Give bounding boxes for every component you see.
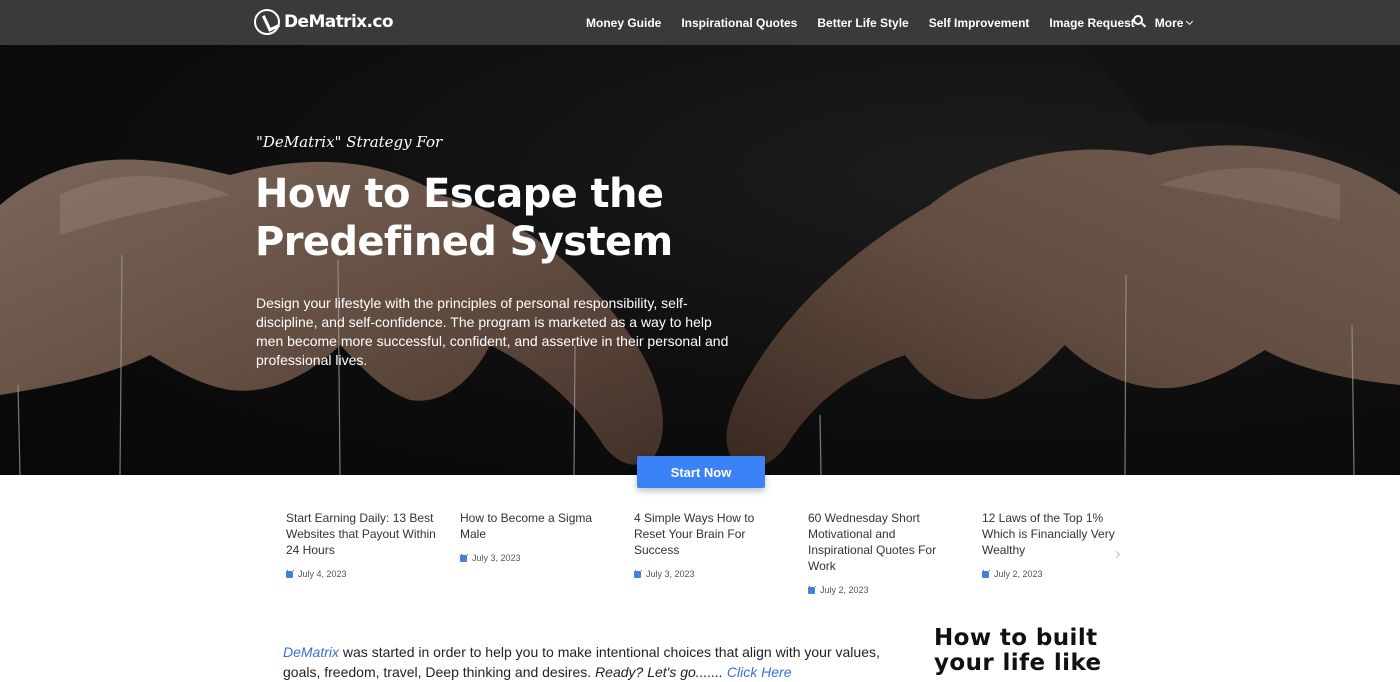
- search-icon[interactable]: [1133, 15, 1147, 28]
- post-title[interactable]: How to Become a Sigma Male: [460, 510, 612, 542]
- nav-self-improvement[interactable]: Self Improvement: [929, 16, 1030, 30]
- nav-more-label: More: [1154, 15, 1184, 30]
- calendar-icon: [286, 569, 294, 578]
- post-date-text: July 2, 2023: [820, 585, 869, 595]
- post-card[interactable]: 60 Wednesday Short Motivational and Insp…: [808, 510, 960, 595]
- post-title[interactable]: 60 Wednesday Short Motivational and Insp…: [808, 510, 960, 574]
- post-date-text: July 2, 2023: [994, 569, 1043, 579]
- post-title[interactable]: 4 Simple Ways How to Reset Your Brain Fo…: [634, 510, 786, 558]
- recent-posts-carousel: Start Earning Daily: 13 Best Websites th…: [286, 510, 1136, 610]
- intro-ready-text: Ready? Let's go.......: [595, 664, 727, 680]
- hero-description: Design your lifestyle with the principle…: [256, 295, 729, 368]
- post-date: July 3, 2023: [634, 569, 786, 579]
- nav-better-life-style[interactable]: Better Life Style: [817, 16, 908, 30]
- main-nav: Money Guide Inspirational Quotes Better …: [586, 0, 1212, 45]
- chevron-down-icon: [1186, 17, 1194, 25]
- top-navbar: DeMatrix.co Money Guide Inspirational Qu…: [0, 0, 1400, 45]
- hero-title: How to Escape the Predefined System: [255, 171, 673, 265]
- intro-paragraph: DeMatrix was started in order to help yo…: [283, 642, 893, 682]
- nav-inspirational-quotes[interactable]: Inspirational Quotes: [681, 16, 797, 30]
- nav-more-menu[interactable]: More: [1154, 15, 1194, 30]
- post-card[interactable]: How to Become a Sigma Male July 3, 2023: [460, 510, 612, 563]
- post-date-text: July 3, 2023: [646, 569, 695, 579]
- start-now-button[interactable]: Start Now: [637, 456, 765, 488]
- hero-banner: "DeMatrix" Strategy For How to Escape th…: [0, 45, 1400, 475]
- dematrix-link[interactable]: DeMatrix: [283, 644, 339, 660]
- post-card[interactable]: Start Earning Daily: 13 Best Websites th…: [286, 510, 438, 579]
- post-date: July 2, 2023: [808, 585, 960, 595]
- post-title[interactable]: Start Earning Daily: 13 Best Websites th…: [286, 510, 438, 558]
- post-title[interactable]: 12 Laws of the Top 1% Which is Financial…: [982, 510, 1134, 558]
- calendar-icon: [460, 553, 468, 562]
- nav-image-request[interactable]: Image Request: [1049, 16, 1134, 30]
- hero-eyebrow: "DeMatrix" Strategy For: [256, 133, 443, 151]
- logo-text: DeMatrix.co: [284, 12, 394, 32]
- site-logo[interactable]: DeMatrix.co: [254, 8, 394, 36]
- calendar-icon: [808, 585, 816, 594]
- post-card[interactable]: 4 Simple Ways How to Reset Your Brain Fo…: [634, 510, 786, 579]
- nav-money-guide[interactable]: Money Guide: [586, 16, 661, 30]
- post-date: July 4, 2023: [286, 569, 438, 579]
- post-card[interactable]: 12 Laws of the Top 1% Which is Financial…: [982, 510, 1134, 579]
- logo-icon: [254, 9, 280, 35]
- calendar-icon: [982, 569, 990, 578]
- calendar-icon: [634, 569, 642, 578]
- click-here-link[interactable]: Click Here: [727, 664, 792, 680]
- post-date-text: July 4, 2023: [298, 569, 347, 579]
- post-date-text: July 3, 2023: [472, 553, 521, 563]
- post-date: July 2, 2023: [982, 569, 1134, 579]
- sidebar-heading: How to built your life like: [934, 625, 1102, 676]
- post-date: July 3, 2023: [460, 553, 612, 563]
